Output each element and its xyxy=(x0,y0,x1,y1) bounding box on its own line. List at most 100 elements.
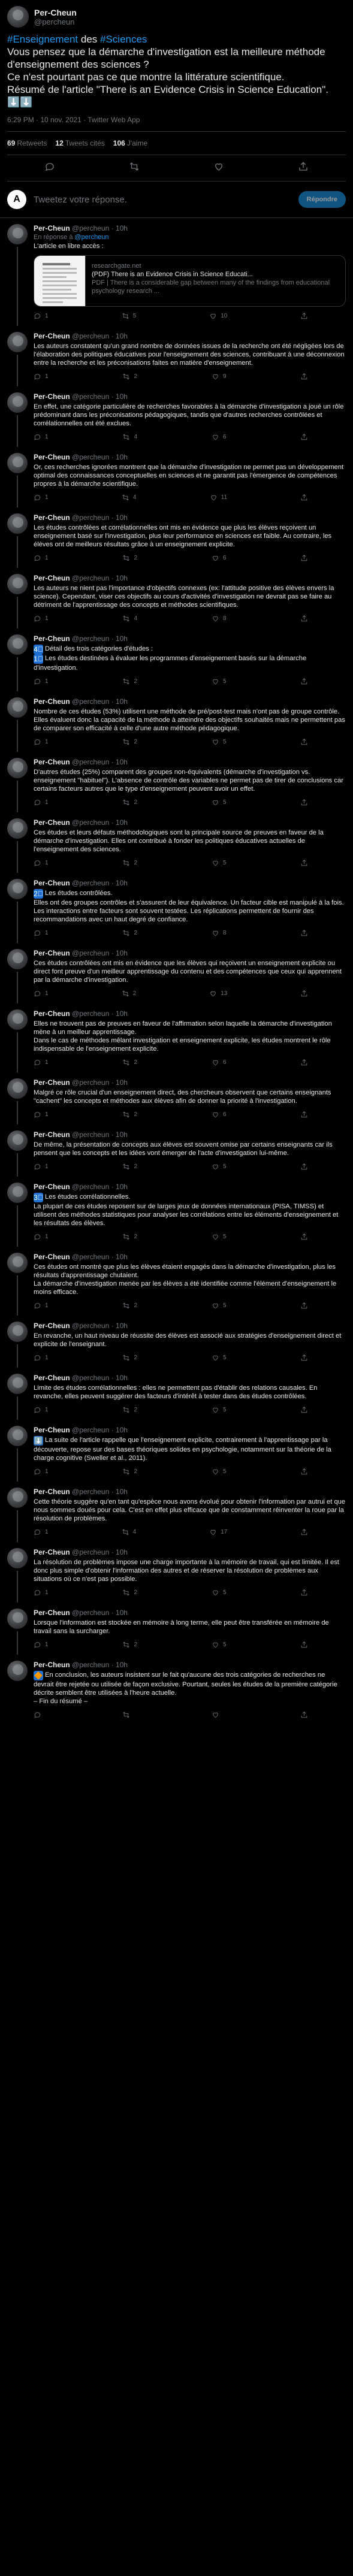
reply-action[interactable]: 1 xyxy=(34,1233,49,1241)
reply-action[interactable]: 1 xyxy=(34,1059,49,1066)
thread-tweet[interactable]: Per-Cheun @percheun · 10h ⬇️ La suite de … xyxy=(0,1420,353,1481)
avatar[interactable] xyxy=(7,634,28,655)
like-action[interactable]: 6 xyxy=(212,1059,227,1066)
like-action[interactable]: 9 xyxy=(212,373,227,380)
author-handle-time[interactable]: @percheun · 10h xyxy=(72,697,128,706)
retweets-stat[interactable]: 69 Retweets xyxy=(7,139,47,147)
like-action[interactable]: 8 xyxy=(212,615,227,622)
avatar[interactable] xyxy=(7,1322,28,1342)
avatar[interactable] xyxy=(7,949,28,969)
share-action[interactable] xyxy=(300,1163,308,1171)
share-action[interactable] xyxy=(300,1354,308,1362)
like-action[interactable]: 5 xyxy=(212,859,227,867)
share-action[interactable] xyxy=(300,1711,308,1719)
author-name[interactable]: Per-Cheun xyxy=(34,574,70,582)
author-handle-time[interactable]: @percheun · 10h xyxy=(72,332,128,340)
share-action[interactable] xyxy=(300,1406,308,1414)
avatar[interactable] xyxy=(7,1253,28,1273)
retweet-action[interactable]: 2 xyxy=(122,1468,137,1476)
thread-tweet[interactable]: Per-Cheun @percheun · 10h Lorsque l'info… xyxy=(0,1603,353,1655)
avatar[interactable] xyxy=(7,818,28,839)
author-name[interactable]: Per-Cheun xyxy=(34,818,70,827)
like-action[interactable]: 5 xyxy=(212,678,227,685)
reply-action[interactable] xyxy=(34,1711,45,1719)
avatar[interactable] xyxy=(7,6,29,28)
author-name[interactable]: Per-Cheun xyxy=(34,1009,70,1018)
reply-action[interactable]: 1 xyxy=(34,738,49,746)
author-name[interactable]: Per-Cheun xyxy=(34,1661,70,1669)
avatar[interactable] xyxy=(7,574,28,594)
thread-tweet[interactable]: Per-Cheun @percheun · 10h 🔶 En conclusion… xyxy=(0,1655,353,1725)
thread-tweet[interactable]: Per-Cheun @percheun · 10h Nombre de ces … xyxy=(0,691,353,752)
author-name[interactable]: Per-Cheun xyxy=(34,513,70,522)
reply-action[interactable]: 1 xyxy=(34,373,49,380)
avatar[interactable] xyxy=(7,1661,28,1681)
share-action[interactable] xyxy=(300,494,308,501)
reply-action[interactable]: 1 xyxy=(34,1302,49,1310)
author-handle[interactable]: @percheun xyxy=(34,17,77,26)
retweet-action[interactable]: 4 xyxy=(122,494,136,501)
like-action[interactable]: 5 xyxy=(212,1233,227,1241)
reply-action[interactable]: 1 xyxy=(34,799,49,806)
author-name[interactable]: Per-Cheun xyxy=(34,453,70,461)
author-name[interactable]: Per-Cheun xyxy=(34,332,70,340)
author-name[interactable]: Per-Cheun xyxy=(34,1253,70,1261)
author-handle-time[interactable]: @percheun · 10h xyxy=(72,1130,128,1139)
reply-action[interactable]: 1 xyxy=(34,990,49,997)
author-handle-time[interactable]: @percheun · 10h xyxy=(72,574,128,582)
reply-action[interactable]: 1 xyxy=(34,1354,49,1362)
author-handle-time[interactable]: @percheun · 10h xyxy=(72,392,128,401)
reply-button[interactable]: Répondre xyxy=(298,191,346,208)
avatar[interactable] xyxy=(7,758,28,778)
share-action[interactable] xyxy=(300,990,308,997)
retweet-action[interactable]: 4 xyxy=(122,615,137,622)
avatar[interactable] xyxy=(7,392,28,413)
author-handle-time[interactable]: @percheun · 10h xyxy=(72,1548,128,1556)
avatar[interactable] xyxy=(7,1609,28,1629)
reply-action[interactable]: 1 xyxy=(34,494,49,501)
share-action[interactable] xyxy=(300,615,308,622)
retweet-action[interactable]: 4 xyxy=(122,433,137,441)
thread-tweet[interactable]: Per-Cheun @percheun · 10h La résolution … xyxy=(0,1542,353,1603)
thread-tweet[interactable]: Per-Cheun @percheun · 10h Malgré ce rôle… xyxy=(0,1072,353,1124)
share-action[interactable] xyxy=(300,554,308,562)
retweet-action[interactable]: 2 xyxy=(122,373,137,380)
tweet-timestamp[interactable]: 6:29 PM · 10 nov. 2021 · Twitter Web App xyxy=(7,116,346,132)
share-action[interactable] xyxy=(300,799,308,806)
thread-tweet[interactable]: Per-Cheun @percheun · 10h D'autres étude… xyxy=(0,752,353,812)
avatar[interactable] xyxy=(7,1130,28,1151)
author-name[interactable]: Per-Cheun xyxy=(34,879,70,887)
retweet-action[interactable]: 2 xyxy=(122,554,137,562)
share-action[interactable] xyxy=(300,859,308,867)
share-action[interactable] xyxy=(300,1468,308,1476)
reply-action[interactable]: 1 xyxy=(34,929,49,937)
retweet-action[interactable]: 2 xyxy=(122,990,136,997)
reply-action[interactable]: 1 xyxy=(34,1111,49,1118)
thread-tweet[interactable]: Per-Cheun @percheun · 10h 4⃣ Détail des t… xyxy=(0,628,353,691)
author-name[interactable]: Per-Cheun xyxy=(34,1548,70,1556)
like-action[interactable]: 5 xyxy=(212,1589,227,1597)
like-action[interactable]: 11 xyxy=(210,494,227,501)
avatar[interactable] xyxy=(7,224,28,244)
reply-action[interactable]: 1 xyxy=(34,1468,49,1476)
thread-tweet[interactable]: Per-Cheun @percheun · 10h Les auteurs ne… xyxy=(0,568,353,628)
author-handle-time[interactable]: @percheun · 10h xyxy=(72,1009,128,1018)
author-handle-time[interactable]: @percheun · 10h xyxy=(72,1253,128,1261)
thread-tweet[interactable]: Per-Cheun @percheun · 10h Ces études ont… xyxy=(0,1247,353,1316)
thread-tweet[interactable]: Per-Cheun @percheun · 10h Or, ces recher… xyxy=(0,447,353,507)
author-name[interactable]: Per-Cheun xyxy=(34,634,70,643)
author-handle-time[interactable]: @percheun · 10h xyxy=(72,758,128,766)
share-action[interactable] xyxy=(300,1233,308,1241)
retweet-action[interactable]: 2 xyxy=(122,1641,137,1649)
author-handle-time[interactable]: @percheun · 10h xyxy=(72,1078,128,1087)
author-handle-time[interactable]: @percheun · 10h xyxy=(72,818,128,827)
reply-action[interactable]: 1 xyxy=(34,1406,49,1414)
reply-action[interactable]: 1 xyxy=(34,859,49,867)
author-name[interactable]: Per-Cheun xyxy=(34,949,70,957)
like-action[interactable]: 13 xyxy=(209,990,227,997)
reply-action[interactable]: 1 xyxy=(34,678,49,685)
retweet-action[interactable]: 2 xyxy=(122,1111,137,1118)
thread-tweet[interactable]: Per-Cheun @percheun · 10h Les auteurs co… xyxy=(0,326,353,386)
retweet-action[interactable]: 2 xyxy=(122,1589,137,1597)
user-avatar[interactable]: A xyxy=(7,190,26,209)
